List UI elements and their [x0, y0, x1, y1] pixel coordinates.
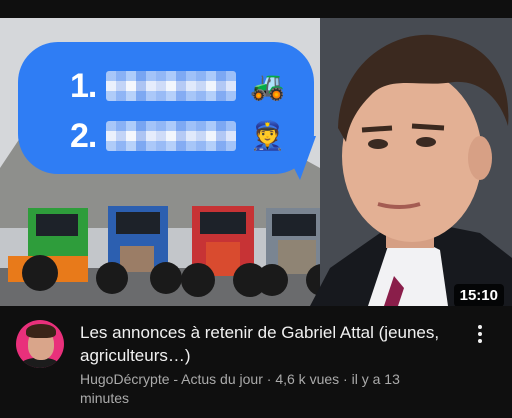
blurred-text	[106, 71, 237, 101]
dot	[478, 332, 482, 336]
blurred-text	[106, 121, 237, 151]
video-title[interactable]: Les annonces à retenir de Gabriel Attal …	[80, 321, 460, 367]
avatar-hair	[26, 324, 56, 338]
list-item-1: 1. 🚜	[70, 66, 285, 106]
video-metadata: HugoDécrypte - Actus du jour · 4,6 k vue…	[80, 370, 450, 408]
meta-separator: ·	[262, 371, 276, 387]
video-thumbnail[interactable]: 1. 🚜 2. 👮 15:10	[0, 18, 512, 306]
list-item-2: 2. 👮	[70, 116, 285, 156]
more-options-icon[interactable]	[470, 322, 490, 346]
dot	[478, 325, 482, 329]
item-number: 2.	[70, 116, 97, 155]
tractor-icon: 🚜	[250, 70, 286, 101]
meta-separator: ·	[339, 371, 352, 387]
item-number: 1.	[70, 66, 97, 105]
dot	[478, 339, 482, 343]
channel-name[interactable]: HugoDécrypte - Actus du jour	[80, 371, 263, 387]
duration-badge: 15:10	[453, 284, 504, 306]
channel-avatar[interactable]	[16, 320, 64, 368]
view-count: 4,6 k vues	[275, 371, 340, 387]
speech-bubble: 1. 🚜 2. 👮	[18, 42, 314, 174]
status-bar-area	[0, 0, 512, 18]
